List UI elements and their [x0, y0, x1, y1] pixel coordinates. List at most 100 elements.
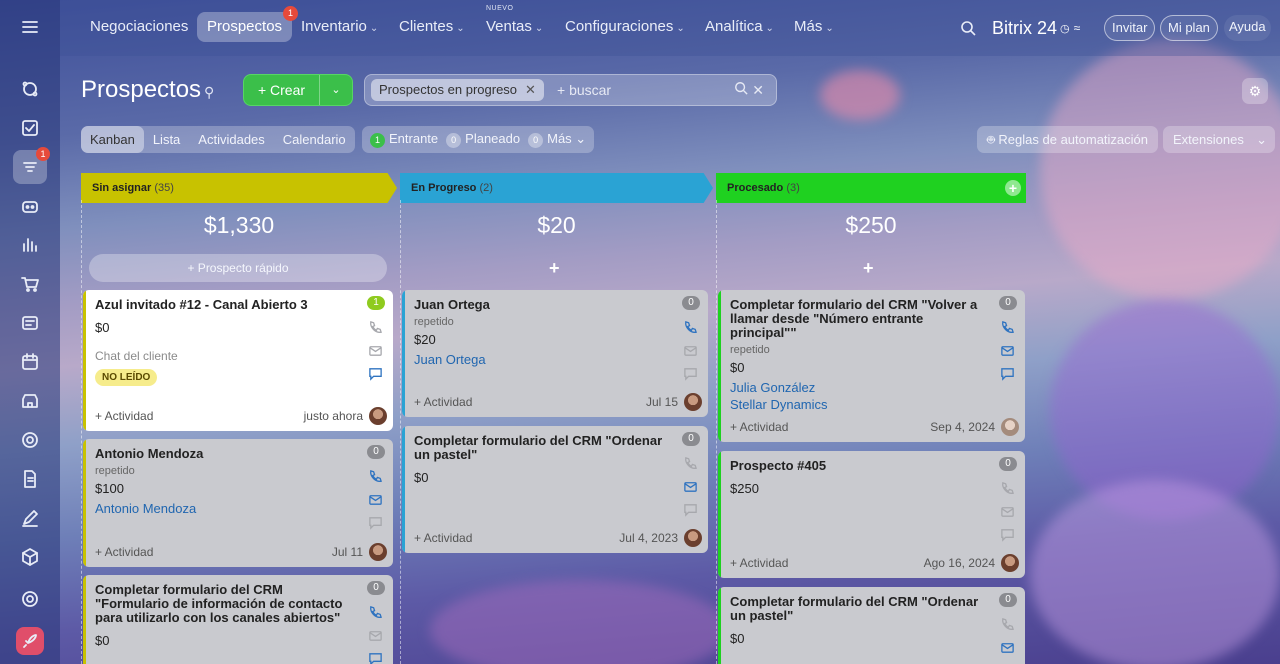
tab-actividades[interactable]: Actividades [189, 126, 273, 153]
store-icon[interactable] [16, 387, 44, 415]
lead-card[interactable]: Completar formulario del CRM "Formulario… [83, 575, 393, 664]
card-title[interactable]: Completar formulario del CRM "Volver a l… [730, 298, 1013, 340]
plan-button[interactable]: Mi plan [1160, 0, 1218, 56]
search-input[interactable]: Prospectos en progreso ✕ + buscar ✕ [364, 74, 777, 106]
email-icon[interactable] [683, 479, 698, 494]
phone-icon[interactable] [368, 320, 383, 335]
card-title[interactable]: Completar formulario del CRM "Ordenar un… [414, 434, 696, 462]
phone-icon[interactable] [1000, 320, 1015, 335]
chat-icon[interactable] [368, 651, 383, 664]
activity-count-badge[interactable]: 0 [999, 296, 1017, 310]
column-sin-asignar[interactable]: Sin asignar (35) [81, 173, 397, 203]
robot-icon[interactable] [16, 192, 44, 220]
card-title[interactable]: Antonio Mendoza [95, 447, 381, 461]
activity-count-badge[interactable]: 1 [367, 296, 385, 310]
pin-icon[interactable]: ⚲ [204, 84, 214, 101]
phone-icon[interactable] [1000, 617, 1015, 632]
lead-card[interactable]: Prospecto #405 $250 0 + Actividad Ago 16,… [718, 451, 1025, 578]
card-title[interactable]: Juan Ortega [414, 298, 696, 312]
chat-icon[interactable] [1000, 366, 1015, 381]
column-en-progreso[interactable]: En Progreso (2) [400, 173, 713, 203]
activity-count-badge[interactable]: 0 [682, 432, 700, 446]
add-card-icon[interactable]: + [549, 258, 560, 279]
nav-clientes[interactable]: Clientes ⌄ [389, 12, 475, 42]
feed-icon[interactable] [16, 75, 44, 103]
tab-lista[interactable]: Lista [144, 126, 189, 153]
lead-card[interactable]: Azul invitado #12 - Canal Abierto 3 $0 C… [83, 290, 393, 431]
document-icon[interactable] [16, 465, 44, 493]
activity-count-badge[interactable]: 0 [367, 445, 385, 459]
inventory-icon[interactable] [16, 309, 44, 337]
box-icon[interactable] [16, 543, 44, 571]
analytics-icon[interactable] [16, 231, 44, 259]
quick-prospect-button[interactable]: + Prospecto rápido [89, 254, 387, 282]
avatar[interactable] [1001, 418, 1019, 436]
brand-logo[interactable]: Bitrix 24 ◷ ≈ [992, 0, 1080, 56]
activity-count-badge[interactable]: 0 [682, 296, 700, 310]
automation-rules-button[interactable]: 🤖︎ Reglas de automatización [977, 126, 1159, 153]
phone-icon[interactable] [1000, 481, 1015, 496]
clear-icon[interactable]: ✕ [752, 82, 764, 98]
chat-icon[interactable] [1000, 527, 1015, 542]
tab-calendario[interactable]: Calendario [274, 126, 355, 153]
avatar[interactable] [684, 393, 702, 411]
card-title[interactable]: Completar formulario del CRM "Formulario… [95, 583, 381, 625]
phone-icon[interactable] [683, 456, 698, 471]
rocket-icon[interactable] [16, 627, 44, 655]
column-procesado[interactable]: Procesado (3) + [716, 173, 1026, 203]
lead-card[interactable]: Antonio Mendoza repetido $100 Antonio Me… [83, 439, 393, 567]
tasks-icon[interactable] [16, 114, 44, 142]
phone-icon[interactable] [368, 469, 383, 484]
chevron-down-icon[interactable]: ⌄ [320, 75, 352, 105]
nav-analitica[interactable]: Analítica ⌄ [695, 12, 784, 42]
add-activity-button[interactable]: + Actividad [95, 545, 153, 559]
crm-icon[interactable]: 1 [13, 147, 50, 184]
help-button[interactable]: Ayuda [1224, 0, 1271, 56]
chat-icon[interactable] [368, 366, 383, 381]
extensions-button[interactable]: Extensiones ⌄ [1163, 126, 1275, 153]
email-icon[interactable] [1000, 640, 1015, 655]
email-icon[interactable] [368, 492, 383, 507]
phone-icon[interactable] [368, 605, 383, 620]
card-title[interactable]: Prospecto #405 [730, 459, 1013, 473]
invite-button[interactable]: Invitar [1104, 0, 1156, 56]
chat-icon[interactable] [683, 366, 698, 381]
chat-icon[interactable] [368, 515, 383, 530]
nav-inventario[interactable]: Inventario ⌄ [291, 12, 388, 42]
activity-count-badge[interactable]: 0 [999, 593, 1017, 607]
card-title[interactable]: Azul invitado #12 - Canal Abierto 3 [95, 298, 381, 312]
phone-icon[interactable] [683, 320, 698, 335]
company-link[interactable]: Stellar Dynamics [730, 397, 1013, 412]
add-activity-button[interactable]: + Actividad [730, 420, 788, 434]
avatar[interactable] [1001, 554, 1019, 572]
nav-ventas[interactable]: NUEVO Ventas ⌄ [476, 5, 553, 42]
search-icon[interactable] [734, 81, 748, 95]
counter-planeado[interactable]: 0 Planeado [446, 131, 520, 148]
lead-card[interactable]: Completar formulario del CRM "Ordenar un… [402, 426, 708, 553]
sliders-icon[interactable]: ≈ [1074, 21, 1081, 35]
calendar-icon[interactable] [16, 348, 44, 376]
add-activity-button[interactable]: + Actividad [95, 409, 153, 423]
avatar[interactable] [369, 407, 387, 425]
target-icon[interactable] [16, 426, 44, 454]
add-activity-button[interactable]: + Actividad [414, 531, 472, 545]
chat-icon[interactable] [683, 502, 698, 517]
activity-count-badge[interactable]: 0 [367, 581, 385, 595]
contact-link[interactable]: Julia González [730, 380, 1013, 395]
lead-card[interactable]: Completar formulario del CRM "Volver a l… [718, 290, 1025, 442]
avatar[interactable] [369, 543, 387, 561]
nav-prospectos[interactable]: Prospectos 1 [197, 6, 299, 42]
nav-configuraciones[interactable]: Configuraciones ⌄ [555, 12, 695, 42]
counter-entrante[interactable]: 1 Entrante [370, 131, 438, 148]
avatar[interactable] [684, 529, 702, 547]
contact-link[interactable]: Antonio Mendoza [95, 501, 381, 516]
search-icon[interactable] [960, 0, 976, 56]
email-icon[interactable] [368, 628, 383, 643]
lead-card[interactable]: Completar formulario del CRM "Ordenar un… [718, 587, 1025, 664]
activity-count-badge[interactable]: 0 [999, 457, 1017, 471]
lead-card[interactable]: Juan Ortega repetido $20 Juan Ortega 0 +… [402, 290, 708, 417]
contact-link[interactable]: Juan Ortega [414, 352, 696, 367]
add-activity-button[interactable]: + Actividad [414, 395, 472, 409]
sign-icon[interactable] [16, 504, 44, 532]
email-icon[interactable] [683, 343, 698, 358]
